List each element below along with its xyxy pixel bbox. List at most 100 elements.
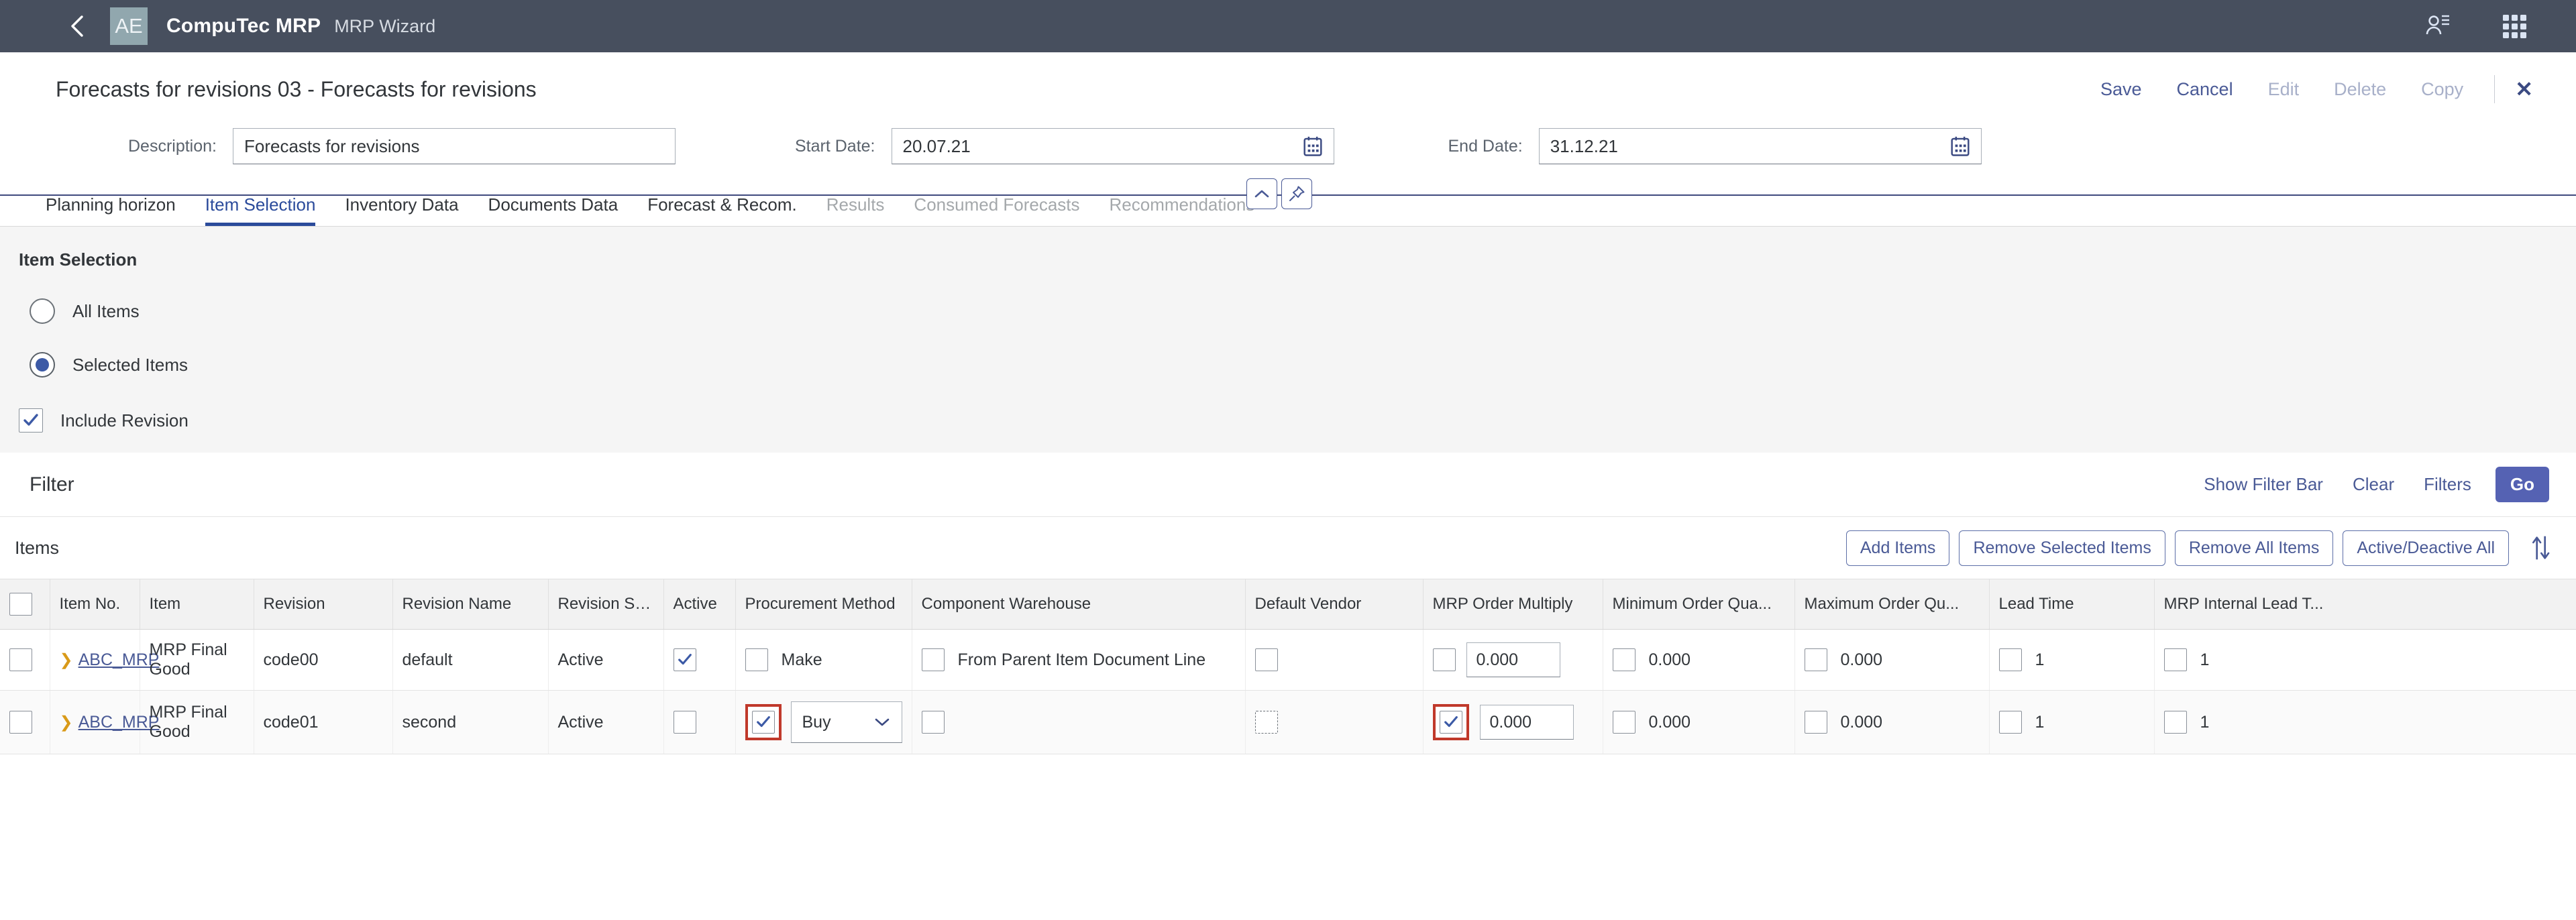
minimum-order-quantity-checkbox[interactable] <box>1613 648 1635 671</box>
cell-content <box>922 711 1236 734</box>
show-filter-bar-link[interactable]: Show Filter Bar <box>2189 474 2338 495</box>
include-revision-row[interactable]: Include Revision <box>0 408 2576 433</box>
column-header[interactable]: Item <box>140 579 254 630</box>
cell-content: 0.000 <box>1613 648 1785 671</box>
item-no-link[interactable]: ABC_MRP <box>78 650 160 670</box>
minimum-order-quantity-checkbox[interactable] <box>1613 711 1635 734</box>
row-select-checkbox[interactable] <box>9 648 32 671</box>
select-all-checkbox[interactable] <box>9 593 32 616</box>
description-input[interactable]: Forecasts for revisions <box>233 128 676 164</box>
active-checkbox[interactable] <box>674 648 696 671</box>
component-warehouse-checkbox[interactable] <box>922 648 945 671</box>
column-header[interactable]: Revision Status <box>548 579 663 630</box>
radio-selected-items[interactable]: Selected Items <box>0 352 2576 378</box>
row-select-cell <box>0 691 50 754</box>
column-header[interactable]: Minimum Order Qua... <box>1603 579 1794 630</box>
lead-time-checkbox[interactable] <box>1999 711 2022 734</box>
app-logo: AE <box>110 7 148 45</box>
save-button[interactable]: Save <box>2083 79 2159 100</box>
include-revision-checkbox[interactable] <box>19 408 43 433</box>
start-date-label: Start Date: <box>795 137 875 156</box>
cell-content: 1 <box>2164 648 2567 671</box>
radio-all-items-control[interactable] <box>30 298 55 324</box>
radio-all-items[interactable]: All Items <box>0 298 2576 324</box>
radio-selected-items-control[interactable] <box>30 352 55 378</box>
table-row[interactable]: ❯ABC_MRPMRP Final Goodcode01secondActive… <box>0 691 2576 754</box>
chevron-down-icon[interactable] <box>873 713 891 732</box>
go-button[interactable]: Go <box>2496 467 2549 502</box>
clear-filter-link[interactable]: Clear <box>2338 474 2409 495</box>
description-field: Description: Forecasts for revisions <box>56 128 676 164</box>
procurement-method-checkbox[interactable] <box>752 711 775 734</box>
calendar-icon[interactable] <box>1303 135 1323 157</box>
maximum-order-quantity-checkbox[interactable] <box>1805 648 1827 671</box>
remove-all-items-button[interactable]: Remove All Items <box>2175 530 2334 566</box>
chevron-right-icon[interactable]: ❯ <box>60 650 73 670</box>
item-no-link[interactable]: ABC_MRP <box>78 713 160 732</box>
cell-content: 0.000 <box>1433 704 1593 740</box>
table-row[interactable]: ❯ABC_MRPMRP Final Goodcode00defaultActiv… <box>0 630 2576 691</box>
column-header[interactable]: Maximum Order Qu... <box>1794 579 1989 630</box>
filters-link[interactable]: Filters <box>2409 474 2486 495</box>
mrp-internal-lead-time-value: 1 <box>2200 650 2210 670</box>
column-header[interactable]: Lead Time <box>1989 579 2154 630</box>
tab-item-selection[interactable]: Item Selection <box>191 194 331 226</box>
tab-forecast-recom[interactable]: Forecast & Recom. <box>633 194 812 226</box>
cancel-button[interactable]: Cancel <box>2159 79 2251 100</box>
start-date-input[interactable]: 20.07.21 <box>892 128 1334 164</box>
add-items-button[interactable]: Add Items <box>1846 530 1950 566</box>
column-header[interactable]: Revision Name <box>392 579 548 630</box>
mrp-internal-lead-time-checkbox[interactable] <box>2164 648 2187 671</box>
pin-header-button[interactable] <box>1281 178 1312 209</box>
chevron-up-icon <box>1253 188 1271 200</box>
sort-arrows-icon[interactable] <box>2529 534 2552 561</box>
end-date-label: End Date: <box>1448 137 1523 156</box>
calendar-icon[interactable] <box>1950 135 1970 157</box>
chevron-left-icon <box>68 14 86 38</box>
back-navigation-button[interactable] <box>66 15 89 38</box>
maximum-order-quantity-cell: 0.000 <box>1794 630 1989 691</box>
close-button[interactable]: ✕ <box>2508 76 2549 102</box>
column-header[interactable]: Active <box>663 579 735 630</box>
tab-planning-horizon[interactable]: Planning horizon <box>31 194 191 226</box>
mrp-order-multiply-checkbox[interactable] <box>1433 648 1456 671</box>
mrp-internal-lead-time-checkbox[interactable] <box>2164 711 2187 734</box>
active-checkbox[interactable] <box>674 711 696 734</box>
component-warehouse-checkbox[interactable] <box>922 711 945 734</box>
tab-inventory-data[interactable]: Inventory Data <box>330 194 473 226</box>
items-title: Items <box>15 538 59 559</box>
table-header-row: Item No.ItemRevisionRevision NameRevisio… <box>0 579 2576 630</box>
tab-documents-data[interactable]: Documents Data <box>474 194 633 226</box>
app-grid-button[interactable] <box>2500 11 2529 41</box>
default-vendor-cell <box>1245 630 1423 691</box>
active-deactive-all-button[interactable]: Active/Deactive All <box>2343 530 2509 566</box>
row-select-checkbox[interactable] <box>9 711 32 734</box>
cell-content: 0.000 <box>1613 711 1785 734</box>
procurement-method-checkbox[interactable] <box>745 648 768 671</box>
start-date-value: 20.07.21 <box>903 136 1303 157</box>
default-vendor-checkbox[interactable] <box>1255 648 1278 671</box>
remove-selected-items-button[interactable]: Remove Selected Items <box>1959 530 2165 566</box>
default-vendor-checkbox[interactable] <box>1255 711 1278 734</box>
column-header[interactable]: Procurement Method <box>735 579 912 630</box>
component-warehouse-label: From Parent Item Document Line <box>958 650 1206 670</box>
filter-title: Filter <box>30 473 74 496</box>
mrp-order-multiply-input[interactable]: 0.000 <box>1480 705 1574 740</box>
items-table: Item No.ItemRevisionRevision NameRevisio… <box>0 579 2576 754</box>
column-header[interactable]: Default Vendor <box>1245 579 1423 630</box>
end-date-input[interactable]: 31.12.21 <box>1539 128 1982 164</box>
chevron-right-icon[interactable]: ❯ <box>60 713 73 732</box>
column-header[interactable]: Item No. <box>50 579 140 630</box>
collapse-header-button[interactable] <box>1246 178 1277 209</box>
title-row: Forecasts for revisions 03 - Forecasts f… <box>0 64 2576 114</box>
column-header[interactable]: Component Warehouse <box>912 579 1245 630</box>
procurement-method-select[interactable]: Buy <box>791 701 902 743</box>
lead-time-checkbox[interactable] <box>1999 648 2022 671</box>
user-settings-button[interactable] <box>2423 11 2453 41</box>
mrp-order-multiply-input[interactable]: 0.000 <box>1466 642 1560 677</box>
maximum-order-quantity-checkbox[interactable] <box>1805 711 1827 734</box>
column-header[interactable]: MRP Internal Lead T... <box>2154 579 2576 630</box>
column-header[interactable]: Revision <box>254 579 392 630</box>
mrp-order-multiply-checkbox[interactable] <box>1440 711 1462 734</box>
column-header[interactable]: MRP Order Multiply <box>1423 579 1603 630</box>
